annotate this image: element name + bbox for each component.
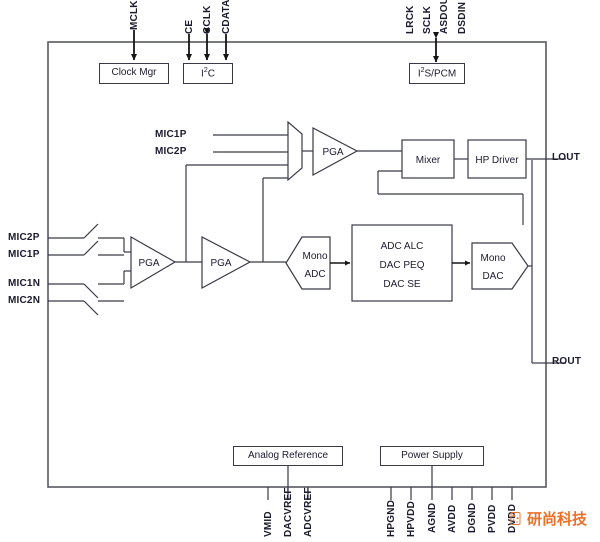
hp-driver-rect	[467, 139, 527, 179]
pin-label-asdout: ASDOUT	[439, 0, 450, 34]
pga-mid-shape	[201, 236, 252, 290]
pin-label-mic1n: MIC1N	[8, 278, 41, 289]
block-clock-mgr[interactable]: Clock Mgr	[99, 63, 169, 84]
pin-label-mic2p: MIC2P	[8, 232, 40, 243]
block-power-supply-label: Power Supply	[401, 449, 463, 461]
block-i2c-label: I2C	[201, 66, 215, 79]
block-analog-reference-label: Analog Reference	[247, 449, 329, 461]
pin-label-cclk: CCLK	[202, 5, 213, 34]
watermark-text: 研尚科技	[527, 510, 588, 528]
mux-input-label-mic1p: MIC1P	[155, 129, 187, 140]
input-mux-shape	[287, 120, 303, 182]
pin-label-dacvref: DACVREF	[283, 487, 294, 537]
mux-input-label-mic2p: MIC2P	[155, 146, 187, 157]
pin-label-sclk: SCLK	[422, 5, 433, 34]
pin-label-mic2n: MIC2N	[8, 295, 41, 306]
pin-label-vmid: VMID	[263, 511, 274, 537]
pin-label-hpgnd: HPGND	[386, 499, 397, 537]
pin-label-cdata: CDATA	[221, 0, 232, 34]
block-analog-reference[interactable]: Analog Reference	[233, 446, 343, 466]
pga-top-shape	[312, 127, 359, 177]
pin-label-dsdin: DSDIN	[457, 1, 468, 34]
dsp-core-rect	[351, 224, 453, 302]
pin-label-dgnd: DGND	[467, 502, 478, 533]
pin-label-lout: LOUT	[552, 152, 581, 163]
pin-label-agnd: AGND	[427, 502, 438, 533]
switch-mic2n	[83, 300, 99, 316]
block-i2s-pcm-label: I2S/PCM	[417, 66, 457, 79]
pin-label-pvdd: PVDD	[487, 504, 498, 533]
pin-label-mic1p: MIC1P	[8, 249, 40, 260]
mixer-rect	[401, 139, 455, 179]
pin-label-rout: ROUT	[552, 356, 582, 367]
pin-label-avdd: AVDD	[447, 504, 458, 533]
mono-adc-shape	[285, 236, 331, 290]
pin-label-lrck: LRCK	[405, 5, 416, 34]
watermark-icon	[510, 512, 521, 525]
block-i2s-pcm[interactable]: I2S/PCM	[409, 63, 465, 84]
pga-left-shape	[130, 235, 177, 290]
pin-label-mclk: MCLK	[129, 0, 140, 30]
block-diagram-canvas: MCLK CE CCLK CDATA LRCK SCLK ASDOUT DSDI…	[0, 0, 600, 542]
pin-label-ce: CE	[184, 19, 195, 34]
switch-mic1p	[83, 240, 99, 256]
block-clock-mgr-label: Clock Mgr	[111, 67, 157, 79]
block-power-supply[interactable]: Power Supply	[380, 446, 484, 466]
pin-label-hpvdd: HPVDD	[406, 500, 417, 537]
pin-label-adcvref: ADCVREF	[303, 487, 314, 537]
switch-mic1n	[83, 283, 99, 299]
switch-mic2p	[83, 223, 99, 239]
block-i2c[interactable]: I2C	[183, 63, 233, 84]
watermark: 研尚科技	[508, 508, 587, 529]
mono-dac-shape	[471, 242, 529, 290]
